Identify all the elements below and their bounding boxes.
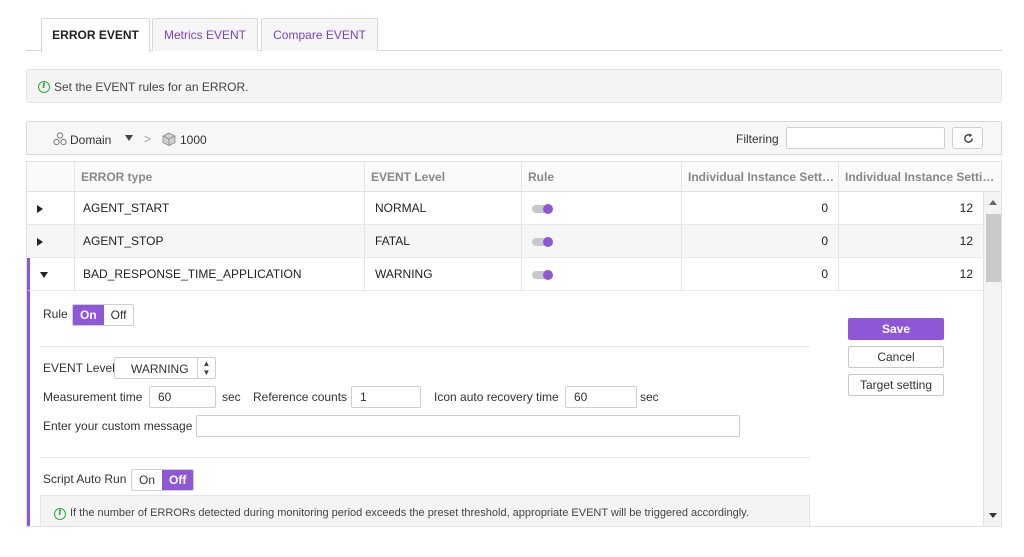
- rule-cell: [522, 192, 682, 225]
- error-event-grid: ERROR type EVENT Level Rule Individual I…: [26, 161, 1002, 527]
- script-on-option[interactable]: On: [132, 470, 163, 490]
- rule-on-option[interactable]: On: [73, 305, 104, 325]
- rule-cell: [522, 225, 682, 258]
- expand-cell[interactable]: [27, 192, 75, 225]
- header-individual-instance-2[interactable]: Individual Instance Setti…: [839, 162, 1001, 192]
- toggle-icon[interactable]: [532, 237, 553, 247]
- triangle-right-icon[interactable]: [37, 238, 43, 246]
- toggle-icon[interactable]: [532, 204, 553, 214]
- domain-icon: [53, 132, 67, 146]
- event-level-cell: NORMAL: [365, 192, 522, 225]
- event-tabs: ERROR EVENT Metrics EVENT Compare EVENT: [26, 18, 1002, 52]
- header-error-type[interactable]: ERROR type: [75, 162, 365, 192]
- event-level-cell: WARNING: [365, 258, 522, 291]
- expand-cell[interactable]: [27, 225, 75, 258]
- domain-selector[interactable]: Domain: [70, 133, 111, 147]
- icon-auto-recovery-label: Icon auto recovery time: [434, 390, 559, 404]
- filter-input-field[interactable]: [787, 128, 944, 148]
- table-row[interactable]: AGENT_START NORMAL 0 12: [27, 192, 983, 225]
- triangle-down-icon[interactable]: [40, 272, 48, 278]
- scroll-down-icon[interactable]: [989, 513, 997, 518]
- script-auto-run-switch[interactable]: On Off: [131, 469, 195, 491]
- target-setting-button[interactable]: Target setting: [848, 374, 944, 396]
- info-text: Set the EVENT rules for an ERROR.: [54, 80, 249, 94]
- rule-off-option[interactable]: Off: [103, 305, 134, 325]
- threshold-note-text: If the number of ERRORs detected during …: [70, 507, 749, 519]
- filter-input[interactable]: [786, 127, 945, 149]
- custom-message-label: Enter your custom message: [43, 419, 193, 433]
- custom-message-field[interactable]: [197, 416, 739, 436]
- toggle-icon[interactable]: [532, 270, 553, 280]
- tab-compare-event[interactable]: Compare EVENT: [261, 18, 378, 51]
- header-rule[interactable]: Rule: [522, 162, 682, 192]
- cube-icon: [162, 132, 176, 146]
- refresh-icon: [964, 133, 973, 143]
- error-type-cell: AGENT_START: [75, 192, 365, 225]
- instance-1-cell: 0: [682, 192, 839, 225]
- info-icon: i: [54, 508, 66, 520]
- recovery-unit: sec: [640, 390, 659, 404]
- event-level-cell: FATAL: [365, 225, 522, 258]
- tab-metrics-event[interactable]: Metrics EVENT: [152, 18, 258, 51]
- event-level-select[interactable]: WARNING ▲ ▼: [114, 357, 216, 379]
- header-individual-instance-1[interactable]: Individual Instance Sett…: [682, 162, 839, 192]
- breadcrumb-separator-icon: >: [144, 132, 152, 146]
- measurement-time-label: Measurement time: [43, 390, 143, 404]
- rule-switch[interactable]: On Off: [72, 304, 135, 326]
- error-type-cell: BAD_RESPONSE_TIME_APPLICATION: [75, 258, 365, 291]
- divider: [40, 457, 810, 458]
- reference-counts-label: Reference counts: [253, 390, 348, 404]
- scroll-thumb[interactable]: [986, 214, 1001, 282]
- rule-label: Rule: [43, 307, 68, 321]
- node-label[interactable]: 1000: [180, 133, 207, 147]
- measurement-unit: sec: [222, 390, 241, 404]
- select-arrows-icon: ▲ ▼: [197, 358, 215, 378]
- header-event-level[interactable]: EVENT Level: [365, 162, 522, 192]
- script-off-option[interactable]: Off: [162, 470, 194, 490]
- measurement-time-field[interactable]: [150, 387, 215, 407]
- icon-auto-recovery-field[interactable]: [566, 387, 636, 407]
- script-auto-run-label: Script Auto Run: [43, 472, 127, 486]
- triangle-right-icon[interactable]: [37, 205, 43, 213]
- grid-header: ERROR type EVENT Level Rule Individual I…: [27, 162, 1001, 192]
- caret-down-icon[interactable]: [125, 135, 133, 141]
- instance-2-cell: 12: [959, 201, 973, 215]
- divider: [40, 346, 810, 347]
- event-level-value: WARNING: [131, 362, 189, 376]
- instance-2-cell: 12: [959, 267, 973, 281]
- rule-cell: [522, 258, 682, 291]
- instance-1-cell: 0: [682, 258, 839, 291]
- info-icon: i: [38, 81, 50, 93]
- tab-error-event[interactable]: ERROR EVENT: [41, 18, 150, 52]
- filter-label: Filtering: [736, 132, 779, 146]
- header-expand: [27, 162, 75, 192]
- custom-message-input[interactable]: [196, 415, 740, 437]
- refresh-button[interactable]: [952, 127, 983, 149]
- instance-1-cell: 0: [682, 225, 839, 258]
- table-row-expanded[interactable]: BAD_RESPONSE_TIME_APPLICATION WARNING 0 …: [27, 258, 983, 291]
- event-level-label: EVENT Level: [43, 361, 115, 375]
- expand-cell[interactable]: [30, 258, 75, 291]
- instance-2-cell: 12: [959, 234, 973, 248]
- reference-counts-field[interactable]: [352, 387, 420, 407]
- measurement-time-input[interactable]: [149, 386, 216, 408]
- icon-auto-recovery-input[interactable]: [565, 386, 637, 408]
- toolbar: Domain > 1000 Filtering: [26, 121, 1002, 155]
- info-bar: i Set the EVENT rules for an ERROR.: [26, 69, 1002, 103]
- threshold-note: i If the number of ERRORs detected durin…: [40, 495, 810, 526]
- save-button[interactable]: Save: [848, 318, 944, 340]
- rule-detail-panel: Rule On Off EVENT Level WARNING ▲ ▼ Measu…: [27, 291, 983, 526]
- reference-counts-input[interactable]: [351, 386, 421, 408]
- vertical-scrollbar[interactable]: [983, 192, 1001, 526]
- scroll-up-icon[interactable]: [989, 200, 997, 205]
- cancel-button[interactable]: Cancel: [848, 346, 944, 368]
- table-row[interactable]: AGENT_STOP FATAL 0 12: [27, 225, 983, 258]
- error-type-cell: AGENT_STOP: [75, 225, 365, 258]
